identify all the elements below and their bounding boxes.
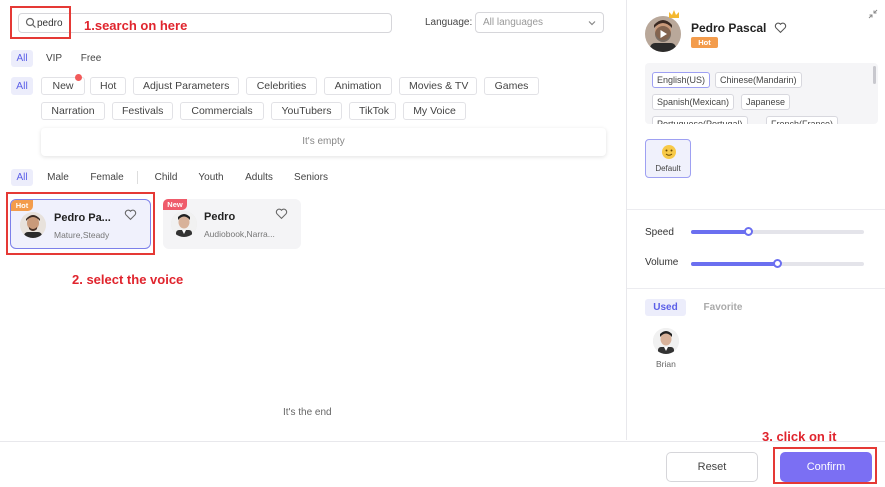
hot-badge: Hot bbox=[691, 37, 718, 48]
category-all[interactable]: All bbox=[11, 77, 33, 95]
new-dot-indicator bbox=[75, 74, 82, 81]
smiley-icon bbox=[662, 145, 676, 159]
category-movies-tv[interactable]: Movies & TV bbox=[399, 77, 477, 95]
search-bar[interactable] bbox=[18, 13, 392, 33]
chevron-down-icon bbox=[588, 21, 596, 26]
filter-child[interactable]: Child bbox=[150, 169, 182, 186]
default-label: Default bbox=[655, 164, 681, 173]
used-voice-name: Brian bbox=[656, 359, 676, 369]
filter-youth[interactable]: Youth bbox=[194, 169, 228, 186]
category-animation[interactable]: Animation bbox=[324, 77, 392, 95]
volume-fill bbox=[691, 262, 778, 266]
filter-male[interactable]: Male bbox=[43, 169, 73, 186]
heart-icon[interactable] bbox=[275, 207, 288, 220]
section-divider bbox=[627, 209, 885, 210]
category-my-voice[interactable]: My Voice bbox=[403, 102, 466, 120]
category-commercials[interactable]: Commercials bbox=[180, 102, 264, 120]
volume-slider[interactable] bbox=[691, 259, 864, 268]
annotation-step3: 3. click on it bbox=[762, 429, 837, 444]
tab-vip[interactable]: VIP bbox=[43, 50, 65, 67]
reset-button[interactable]: Reset bbox=[666, 452, 758, 482]
filter-all[interactable]: All bbox=[11, 169, 33, 186]
avatar bbox=[171, 211, 197, 237]
voice-card-pedro-pascal[interactable]: Hot Pedro Pa... Mature,Steady bbox=[10, 199, 151, 249]
tab-all[interactable]: All bbox=[11, 50, 33, 67]
voice-card-pedro[interactable]: New Pedro Audiobook,Narra... bbox=[163, 199, 301, 249]
voice-desc: Audiobook,Narra... bbox=[204, 229, 275, 239]
tab-used[interactable]: Used bbox=[645, 299, 686, 316]
lang-chip[interactable]: Spanish(Mexican) bbox=[652, 94, 735, 110]
end-of-list-text: It's the end bbox=[283, 407, 332, 418]
tab-favorite[interactable]: Favorite bbox=[698, 299, 748, 316]
filter-divider bbox=[137, 171, 138, 184]
language-panel: English(US) Chinese(Mandarin) Spanish(Me… bbox=[645, 63, 878, 124]
filter-adults[interactable]: Adults bbox=[240, 169, 278, 186]
language-scrollbar[interactable] bbox=[873, 66, 876, 84]
language-select-value: All languages bbox=[483, 17, 544, 28]
volume-knob[interactable] bbox=[773, 259, 782, 268]
heart-icon[interactable] bbox=[774, 21, 787, 34]
category-hot[interactable]: Hot bbox=[90, 77, 126, 95]
used-voice-avatar[interactable] bbox=[653, 328, 679, 354]
annotation-box-search bbox=[10, 6, 71, 39]
panel-divider bbox=[626, 0, 627, 440]
lang-chip[interactable]: French(France) bbox=[766, 116, 839, 124]
voice-avatar-large bbox=[645, 16, 681, 52]
filter-seniors[interactable]: Seniors bbox=[290, 169, 332, 186]
category-narration[interactable]: Narration bbox=[41, 102, 105, 120]
filter-female[interactable]: Female bbox=[86, 169, 128, 186]
speed-fill bbox=[691, 230, 749, 234]
category-tiktok[interactable]: TikTok bbox=[349, 102, 396, 120]
category-festivals[interactable]: Festivals bbox=[112, 102, 173, 120]
crown-icon bbox=[669, 10, 679, 18]
voice-name: Pedro Pa... bbox=[54, 212, 111, 224]
confirm-button[interactable]: Confirm bbox=[780, 452, 872, 482]
lang-chip[interactable]: Chinese(Mandarin) bbox=[715, 72, 802, 88]
language-label: Language: bbox=[425, 17, 473, 28]
avatar bbox=[20, 212, 46, 238]
annotation-step1: 1.search on here bbox=[84, 18, 188, 33]
heart-icon[interactable] bbox=[124, 208, 137, 221]
hot-badge: Hot bbox=[11, 200, 33, 211]
speed-knob[interactable] bbox=[743, 227, 753, 236]
category-youtubers[interactable]: YouTubers bbox=[271, 102, 342, 120]
category-games[interactable]: Games bbox=[484, 77, 539, 95]
voice-name: Pedro bbox=[204, 211, 236, 223]
category-adjust-parameters[interactable]: Adjust Parameters bbox=[133, 77, 239, 95]
section-divider bbox=[627, 288, 885, 289]
default-style-option[interactable]: Default bbox=[645, 139, 691, 178]
empty-state: It's empty bbox=[41, 128, 606, 156]
voice-title: Pedro Pascal bbox=[691, 21, 767, 35]
volume-label: Volume bbox=[645, 257, 679, 268]
annotation-step2: 2. select the voice bbox=[72, 272, 184, 287]
collapse-icon[interactable] bbox=[868, 9, 878, 19]
lang-chip[interactable]: English(US) bbox=[652, 72, 711, 88]
lang-chip[interactable]: Japanese bbox=[741, 94, 791, 110]
tab-free[interactable]: Free bbox=[77, 50, 105, 67]
speed-label: Speed bbox=[645, 227, 674, 238]
speed-slider[interactable] bbox=[691, 227, 864, 236]
language-select[interactable]: All languages bbox=[475, 12, 604, 33]
footer-divider bbox=[0, 441, 885, 442]
lang-chip[interactable]: Portuguese(Portugal) bbox=[652, 116, 748, 124]
category-celebrities[interactable]: Celebrities bbox=[246, 77, 317, 95]
voice-desc: Mature,Steady bbox=[54, 230, 110, 240]
new-badge: New bbox=[163, 199, 187, 210]
